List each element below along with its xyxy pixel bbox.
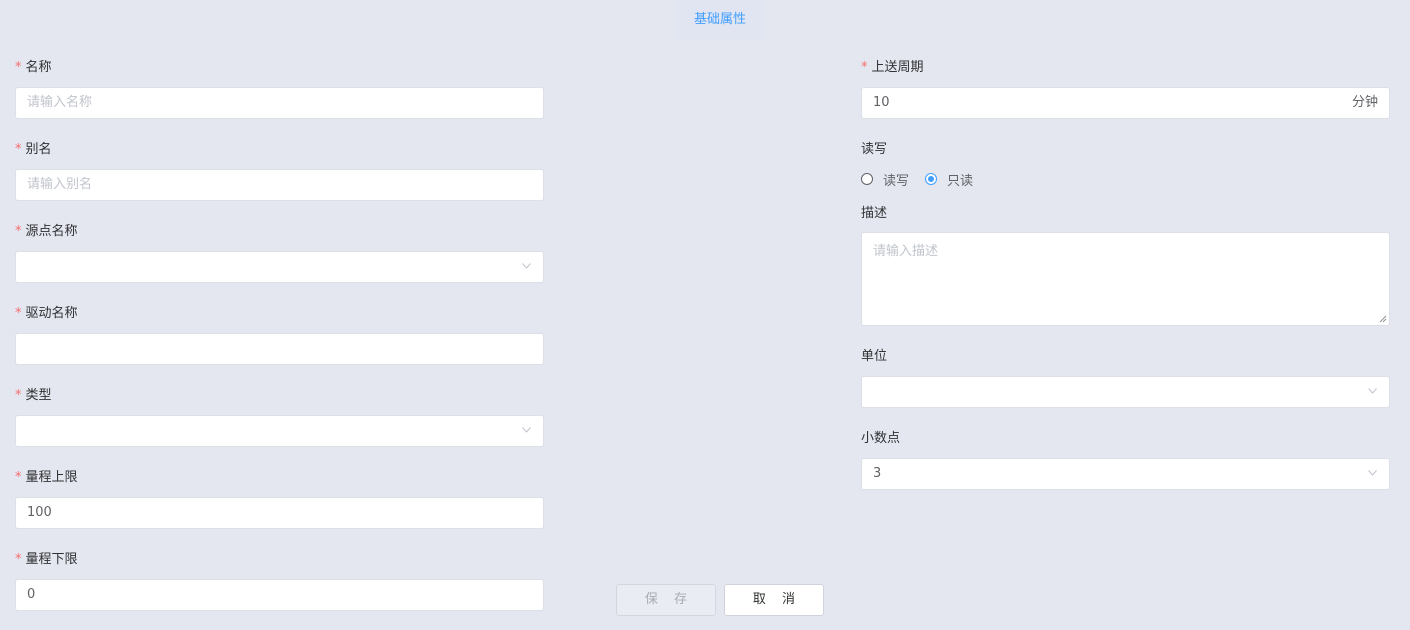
radio-read-only-circle[interactable] [925,173,938,185]
type-label: * 类型 [15,388,52,403]
source-name-label: * 源点名称 [15,224,78,239]
range-lower-value: 0 [27,587,36,602]
required-mark: * [15,60,22,75]
field-driver-name: * 驱动名称 [15,302,544,365]
required-mark: * [15,388,22,403]
field-source-name: * 源点名称 [15,220,544,283]
unit-label: 单位 [861,349,888,364]
field-read-write: 读写 读写 只读 [861,138,1390,195]
radio-read-write[interactable]: 读写 [861,170,909,189]
description-textarea[interactable]: 请输入描述 [861,232,1390,326]
decimal-value: 3 [873,466,882,481]
name-input[interactable]: 请输入名称 [15,87,544,119]
save-button[interactable]: 保 存 [616,584,716,616]
required-mark: * [861,60,868,75]
cancel-button[interactable]: 取 消 [724,584,824,616]
radio-read-write-circle[interactable] [861,173,873,185]
read-write-label: 读写 [861,142,888,157]
field-alias: * 别名 请输入别名 [15,138,544,201]
field-upload-period: * 上送周期 10 分钟 [861,56,1390,119]
resize-handle-icon[interactable] [1379,315,1387,323]
radio-read-only-label: 只读 [947,173,974,189]
required-mark: * [15,142,22,157]
read-write-radio-group: 读写 只读 [861,163,1390,195]
upload-period-value: 10 [873,95,890,110]
tab-basic-properties[interactable]: 基础属性 [676,0,764,40]
radio-read-write-label: 读写 [883,173,910,189]
alias-label: * 别名 [15,142,52,157]
field-type: * 类型 [15,384,544,447]
chevron-down-icon [522,427,531,433]
field-description: 描述 请输入描述 [861,202,1390,326]
driver-name-input[interactable] [15,333,544,365]
field-range-lower: * 量程下限 0 [15,548,544,611]
chevron-down-icon [1368,470,1377,476]
range-lower-input[interactable]: 0 [15,579,544,611]
range-upper-input[interactable]: 100 [15,497,544,529]
required-mark: * [15,470,22,485]
alias-placeholder: 请输入别名 [27,177,93,192]
left-form-column: * 名称 请输入名称 * 别名 请输入别名 * 源点名称 * 驱动名称 * 类型 * 量程上… [15,56,544,630]
description-placeholder: 请输入描述 [873,244,939,259]
source-name-select[interactable] [15,251,544,283]
decimal-select[interactable]: 3 [861,458,1390,490]
field-unit: 单位 [861,345,1390,408]
field-decimal: 小数点 3 [861,427,1390,490]
range-upper-label: * 量程上限 [15,470,78,485]
range-upper-value: 100 [27,505,52,520]
upload-period-label: * 上送周期 [861,60,924,75]
upload-period-unit: 分钟 [1351,95,1378,110]
type-select[interactable] [15,415,544,447]
chevron-down-icon [522,263,531,269]
name-label: * 名称 [15,60,52,75]
alias-input[interactable]: 请输入别名 [15,169,544,201]
description-label: 描述 [861,206,888,221]
decimal-label: 小数点 [861,431,901,446]
chevron-down-icon [1368,388,1377,394]
name-placeholder: 请输入名称 [27,95,93,110]
radio-read-only[interactable]: 只读 [925,170,973,189]
range-lower-label: * 量程下限 [15,552,78,567]
required-mark: * [15,306,22,321]
driver-name-label: * 驱动名称 [15,306,78,321]
field-range-upper: * 量程上限 100 [15,466,544,529]
required-mark: * [15,552,22,567]
unit-select[interactable] [861,376,1390,408]
upload-period-input[interactable]: 10 分钟 [861,87,1390,119]
field-name: * 名称 请输入名称 [15,56,544,119]
right-form-column: * 上送周期 10 分钟 读写 读写 只读 描述 请输入描述 单位 小数点 3 [861,56,1390,509]
required-mark: * [15,224,22,239]
